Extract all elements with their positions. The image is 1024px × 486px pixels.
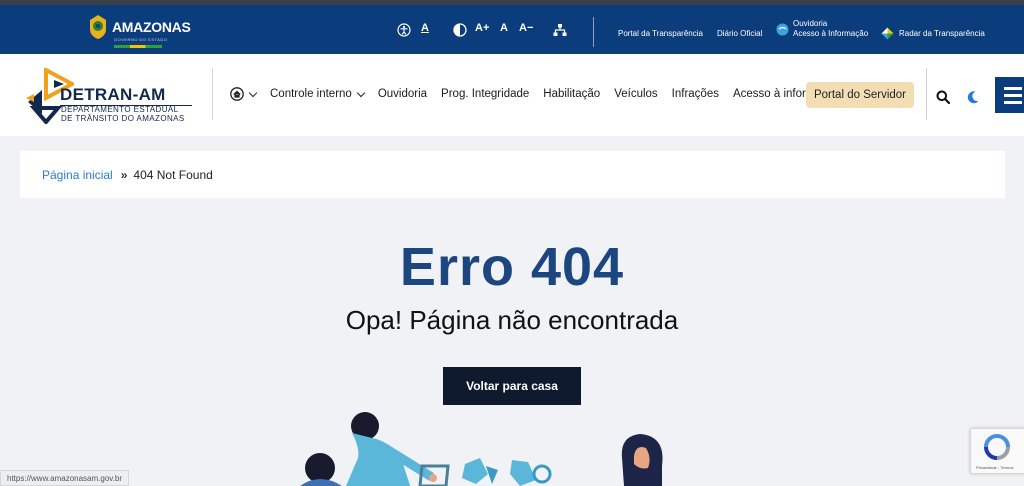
portal-transparencia-link[interactable]: Portal da Transparência	[618, 29, 703, 39]
search-icon[interactable]	[936, 90, 950, 104]
nav-infracoes[interactable]: Infrações	[672, 88, 719, 100]
font-increase-button[interactable]: A+	[475, 22, 489, 34]
nav-prog-integridade[interactable]: Prog. Integridade	[441, 88, 529, 100]
recaptcha-badge[interactable]: Privacidade - Termos	[970, 428, 1024, 474]
header-divider-right	[926, 68, 927, 120]
recaptcha-text[interactable]: Privacidade - Termos	[976, 465, 1014, 470]
nav-veiculos[interactable]: Veículos	[614, 88, 657, 100]
top-bar-divider	[593, 17, 594, 47]
recaptcha-icon	[984, 434, 1010, 460]
portal-servidor-button[interactable]: Portal do Servidor	[806, 82, 914, 108]
site-header: DETRAN-AM DEPARTAMENTO ESTADUAL DE TRÂNS…	[0, 54, 1024, 136]
font-normal-button[interactable]: A	[500, 22, 508, 34]
status-bar-url: https://www.amazonasam.gov.br	[0, 470, 130, 486]
radar-icon	[881, 27, 894, 40]
sitemap-icon[interactable]	[553, 23, 567, 37]
font-decrease-button[interactable]: A−	[519, 22, 533, 34]
radar-label: Radar da Transparência	[899, 28, 985, 38]
nav-ouvidoria[interactable]: Ouvidoria	[378, 88, 427, 100]
main-nav: Controle interno Ouvidoria Prog. Integri…	[230, 87, 854, 101]
logo-sub-line1: DEPARTAMENTO ESTADUAL	[61, 105, 179, 114]
dark-mode-moon-icon[interactable]	[966, 90, 980, 104]
ouvidoria-link[interactable]: Ouvidoria Acesso à Informação	[776, 19, 868, 39]
logo-subtext: GOVERNO DO ESTADO	[114, 37, 168, 42]
header-divider-left	[212, 68, 213, 120]
accessibility-icon[interactable]	[397, 23, 411, 37]
menu-bar-bottom	[1004, 101, 1022, 104]
ouvidoria-line1: Ouvidoria	[793, 19, 828, 28]
amazonas-logo[interactable]: AMAZONAS GOVERNO DO ESTADO	[88, 14, 191, 48]
logo-subtitle: DEPARTAMENTO ESTADUAL DE TRÂNSITO DO AMA…	[61, 105, 185, 123]
nav-controle-label: Controle interno	[270, 88, 352, 100]
chevron-down-icon	[356, 88, 366, 97]
breadcrumb-separator: »	[120, 167, 128, 182]
high-contrast-a[interactable]: A	[421, 22, 429, 34]
diario-oficial-link[interactable]: Diário Oficial	[717, 29, 762, 39]
radar-transparencia-link[interactable]: Radar da Transparência	[881, 27, 985, 40]
menu-bar-top	[1004, 87, 1022, 90]
detran-logo[interactable]: DETRAN-AM DEPARTAMENTO ESTADUAL DE TRÂNS…	[24, 66, 204, 126]
breadcrumb: Página inicial » 404 Not Found	[20, 151, 1005, 198]
contrast-icon[interactable]	[453, 23, 467, 37]
ouvidoria-icon	[776, 23, 789, 35]
back-home-button[interactable]: Voltar para casa	[443, 367, 581, 405]
amazonas-seal-icon	[90, 15, 106, 39]
error-title: Erro 404	[399, 237, 625, 297]
breadcrumb-home-link[interactable]: Página inicial	[42, 168, 113, 182]
gov-top-bar: AMAZONAS GOVERNO DO ESTADO A A+ A A− Por…	[0, 0, 1024, 54]
logo-title: DETRAN-AM	[60, 85, 166, 104]
breadcrumb-current: 404 Not Found	[133, 167, 213, 182]
home-icon	[230, 87, 244, 101]
hamburger-menu-button[interactable]	[995, 77, 1024, 113]
nav-controle-interno[interactable]: Controle interno	[270, 88, 366, 100]
menu-bar-middle	[1004, 94, 1022, 97]
error-subtitle: Opa! Página não encontrada	[345, 305, 679, 335]
logo-text: AMAZONAS	[112, 19, 191, 35]
chevron-down-icon	[248, 88, 258, 97]
people-illustration	[300, 412, 663, 486]
ouvidoria-line2: Acesso à Informação	[793, 29, 869, 38]
nav-home[interactable]	[230, 87, 258, 101]
flag-stripe	[114, 45, 162, 48]
logo-sub-line2: DE TRÂNSITO DO AMAZONAS	[61, 114, 185, 123]
nav-habilitacao[interactable]: Habilitação	[543, 88, 600, 100]
